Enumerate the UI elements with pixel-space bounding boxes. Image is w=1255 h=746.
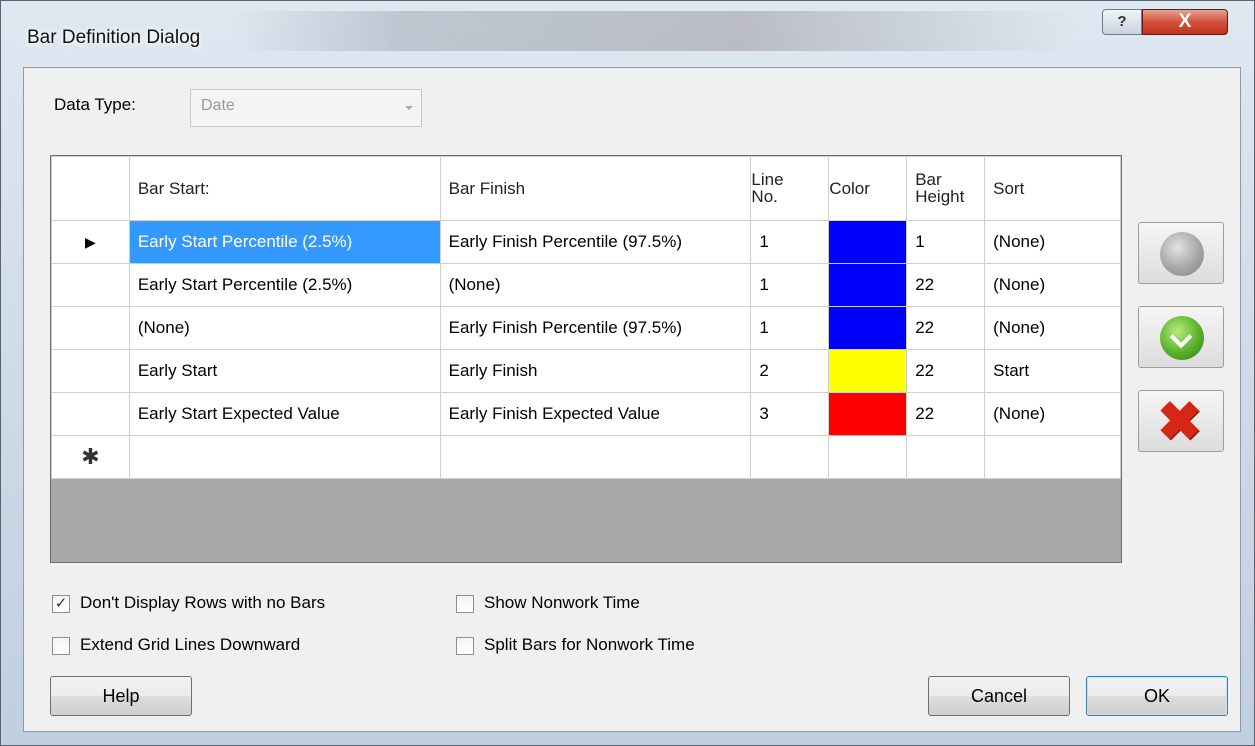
checkbox-box[interactable]: ✓ — [52, 595, 70, 613]
color-cell[interactable] — [828, 306, 908, 350]
color-swatch — [829, 393, 906, 435]
row-header[interactable] — [51, 263, 130, 307]
green-down-arrow-icon — [1160, 316, 1204, 360]
move-down-button[interactable] — [1138, 306, 1224, 368]
checkbox-label: Split Bars for Nonwork Time — [484, 635, 695, 654]
column-header-bar-start[interactable]: Bar Start: — [128, 156, 441, 221]
table-row[interactable]: (None) Early Finish Percentile (97.5%) 1… — [51, 306, 1121, 350]
bar-start-cell[interactable]: Early Start Expected Value — [128, 392, 441, 436]
bar-height-cell[interactable]: 22 — [906, 263, 986, 307]
column-header-bar-height[interactable]: Bar Height — [906, 156, 986, 221]
bar-finish-cell[interactable]: Early Finish — [439, 349, 752, 393]
dialog-body: Data Type: Date Bar Start: Bar Finish Li… — [23, 67, 1241, 732]
new-row[interactable]: ✱ — [51, 435, 1121, 479]
disabled-action-button[interactable] — [1138, 222, 1224, 284]
checkbox-label: Extend Grid Lines Downward — [80, 635, 301, 654]
ok-button[interactable]: OK — [1086, 676, 1228, 716]
close-button[interactable]: X — [1142, 9, 1228, 35]
color-cell[interactable] — [828, 392, 908, 436]
new-row-asterisk-icon: ✱ — [81, 444, 100, 469]
title-bar: Bar Definition Dialog ? X — [1, 1, 1254, 61]
dialog-title: Bar Definition Dialog — [27, 27, 201, 48]
data-type-label: Data Type: — [54, 95, 136, 114]
help-icon-button[interactable]: ? — [1102, 9, 1142, 35]
bar-height-cell[interactable]: 1 — [906, 220, 986, 264]
row-header[interactable]: ✱ — [51, 435, 130, 479]
column-header-label: Bar Start: — [137, 178, 210, 198]
color-swatch — [829, 264, 906, 306]
line-no-cell[interactable]: 3 — [750, 392, 830, 436]
checkmark-icon: ✓ — [54, 595, 68, 612]
color-cell[interactable] — [828, 349, 908, 393]
sort-cell[interactable]: Start — [984, 349, 1121, 393]
bar-finish-cell[interactable]: Early Finish Percentile (97.5%) — [439, 306, 752, 350]
column-header-label: Height — [915, 186, 965, 206]
data-type-combobox[interactable]: Date — [190, 89, 422, 127]
table-row[interactable]: Early Start Percentile (2.5%) (None) 1 2… — [51, 263, 1121, 307]
bar-height-cell[interactable]: 22 — [906, 349, 986, 393]
column-header-color[interactable]: Color — [828, 156, 908, 221]
table-row[interactable]: ▶ Early Start Percentile (2.5%) Early Fi… — [51, 220, 1121, 264]
bar-height-cell[interactable] — [906, 435, 986, 479]
bar-finish-cell[interactable]: Early Finish Expected Value — [439, 392, 752, 436]
color-cell[interactable] — [828, 220, 908, 264]
checkbox-label: Show Nonwork Time — [484, 593, 640, 612]
bar-finish-cell[interactable] — [439, 435, 752, 479]
grey-circle-icon — [1160, 232, 1204, 276]
row-header[interactable] — [51, 392, 130, 436]
sort-cell[interactable]: (None) — [984, 306, 1121, 350]
checkbox-box[interactable] — [456, 637, 474, 655]
row-header[interactable]: ▶ — [51, 220, 130, 264]
sort-cell[interactable] — [984, 435, 1121, 479]
bar-definition-grid: Bar Start: Bar Finish Line No. Color Bar H… — [50, 155, 1122, 563]
color-swatch — [829, 350, 906, 392]
checkbox-label: Don't Display Rows with no Bars — [80, 593, 326, 612]
line-no-cell[interactable]: 2 — [750, 349, 830, 393]
column-header-line-no[interactable]: Line No. — [750, 156, 830, 221]
table-row[interactable]: Early Start Early Finish 2 22 Start — [51, 349, 1121, 393]
column-header-bar-finish[interactable]: Bar Finish — [439, 156, 752, 221]
checkbox-box[interactable] — [456, 595, 474, 613]
line-no-cell[interactable]: 1 — [750, 306, 830, 350]
cancel-button[interactable]: Cancel — [928, 676, 1070, 716]
column-header-sort[interactable]: Sort — [984, 156, 1121, 221]
color-cell[interactable] — [828, 263, 908, 307]
bar-start-cell[interactable]: Early Start Percentile (2.5%) — [128, 220, 441, 264]
bar-finish-cell[interactable]: (None) — [439, 263, 752, 307]
bar-start-cell[interactable]: (None) — [128, 306, 441, 350]
bar-height-cell[interactable]: 22 — [906, 306, 986, 350]
color-swatch — [829, 307, 906, 349]
line-no-cell[interactable]: 1 — [750, 220, 830, 264]
red-x-delete-icon: ✖ — [1157, 392, 1203, 452]
delete-row-button[interactable]: ✖ — [1138, 390, 1224, 452]
help-button[interactable]: Help — [50, 676, 192, 716]
color-cell[interactable] — [828, 435, 908, 479]
title-bar-background — [231, 11, 1081, 51]
sort-cell[interactable]: (None) — [984, 392, 1121, 436]
column-header-label: Bar Finish — [448, 178, 526, 198]
data-type-value: Date — [201, 97, 235, 114]
line-no-cell[interactable]: 1 — [750, 263, 830, 307]
column-header-label: No. — [751, 186, 778, 206]
row-header-corner — [51, 156, 130, 221]
grid-header-row: Bar Start: Bar Finish Line No. Color Bar H… — [51, 156, 1121, 221]
sort-cell[interactable]: (None) — [984, 220, 1121, 264]
current-row-pointer-icon: ▶ — [85, 234, 96, 250]
color-swatch — [829, 221, 906, 263]
row-header[interactable] — [51, 306, 130, 350]
column-header-label: Sort — [993, 178, 1025, 198]
bar-finish-cell[interactable]: Early Finish Percentile (97.5%) — [439, 220, 752, 264]
checkbox-box[interactable] — [52, 637, 70, 655]
chevron-down-icon — [405, 106, 413, 110]
line-no-cell[interactable] — [750, 435, 830, 479]
bar-start-cell[interactable]: Early Start Percentile (2.5%) — [128, 263, 441, 307]
bar-height-cell[interactable]: 22 — [906, 392, 986, 436]
column-header-label: Color — [829, 178, 870, 198]
row-header[interactable] — [51, 349, 130, 393]
bar-start-cell[interactable]: Early Start — [128, 349, 441, 393]
bar-start-cell[interactable] — [128, 435, 441, 479]
table-row[interactable]: Early Start Expected Value Early Finish … — [51, 392, 1121, 436]
sort-cell[interactable]: (None) — [984, 263, 1121, 307]
bar-definition-dialog: Bar Definition Dialog ? X Data Type: Dat… — [0, 0, 1255, 746]
